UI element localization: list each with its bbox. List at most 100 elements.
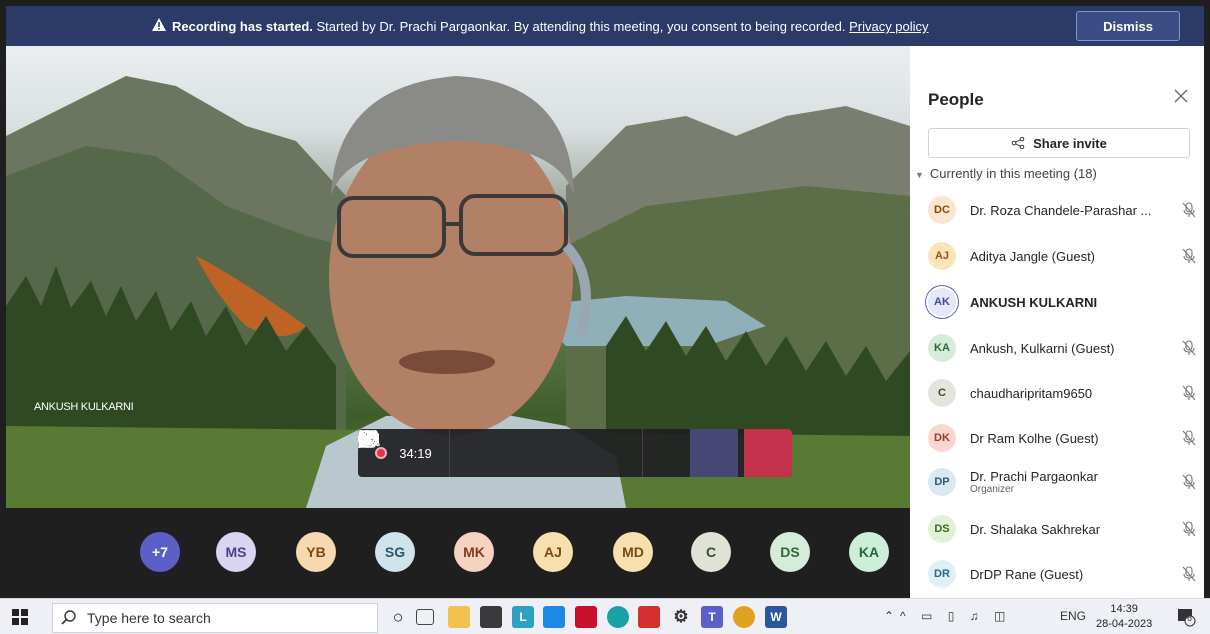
task-view-icon[interactable] [416, 609, 434, 625]
participant-row[interactable]: AK ANKUSH KULKARNI [928, 282, 1198, 322]
cortana-icon[interactable]: ○ [387, 606, 409, 628]
gallery-avatar[interactable]: DS [770, 532, 810, 572]
participant-row[interactable]: DK Dr Ram Kolhe (Guest) [928, 418, 1198, 458]
participant-row[interactable]: DP Dr. Prachi Pargaonkar Organizer [928, 462, 1198, 502]
participant-name: DrDP Rane (Guest) [970, 567, 1156, 582]
section-in-meeting[interactable]: ▼ Currently in this meeting (18) [915, 166, 1097, 181]
gallery-avatar[interactable]: SG [375, 532, 415, 572]
mic-muted-icon [1182, 248, 1196, 269]
share-invite-button[interactable]: Share invite [928, 128, 1190, 158]
participant-name-text: Dr. Roza Chandele-Parashar ... [970, 202, 1152, 218]
gallery-avatar[interactable]: C [691, 532, 731, 572]
avatar-initials: KA [858, 544, 880, 560]
gallery-avatar[interactable]: AJ [533, 532, 573, 572]
recording-title: Recording has started. [172, 19, 313, 34]
mic-off-button[interactable] [360, 429, 546, 477]
warning-icon [152, 18, 166, 34]
recording-text: Started by Dr. Prachi Pargaonkar. By att… [312, 19, 850, 34]
participant-name: Dr. Prachi Pargaonkar Organizer [970, 469, 1156, 495]
avatar-initials: DS [780, 544, 800, 560]
participant-name-text: ANKUSH KULKARNI [970, 294, 1098, 310]
language-indicator[interactable]: ENG [1060, 609, 1086, 623]
close-icon [1174, 89, 1188, 103]
participant-name-text: Dr. Prachi Pargaonkar [970, 469, 1098, 484]
share-icon [1011, 137, 1025, 149]
participant-name: Dr Ram Kolhe (Guest) [970, 431, 1156, 446]
video-stage: ANKUSH KULKARNI 34:19 [6, 46, 910, 508]
teams-icon[interactable]: T [701, 606, 723, 628]
app-red-icon[interactable] [638, 606, 660, 628]
mic-muted-icon [1182, 474, 1196, 495]
notification-count: 6 [1187, 613, 1193, 623]
tray-icons[interactable]: ⌃^ ▭ ▯ ♫ ◫ [884, 609, 1011, 623]
app-l-icon[interactable]: L [512, 606, 534, 628]
participant-name: Ankush, Kulkarni (Guest) [970, 341, 1156, 356]
gallery-avatar[interactable]: YB [296, 532, 336, 572]
teams-meeting-window: Recording has started. Started by Dr. Pr… [0, 0, 1210, 634]
edge-icon[interactable] [607, 606, 629, 628]
participant-row[interactable]: DS Dr. Shalaka Sakhrekar [928, 509, 1198, 549]
panel-title: People [928, 90, 984, 109]
mic-muted-icon [1182, 430, 1196, 451]
participant-name-text: Ankush, Kulkarni (Guest) [970, 340, 1115, 356]
windows-taskbar: Type here to search ○ L ⚙ T W ⌃^ ▭ ▯ ♫ ◫… [0, 598, 1210, 634]
settings-icon[interactable]: ⚙ [670, 606, 692, 628]
privacy-policy-link[interactable]: Privacy policy [849, 19, 928, 34]
participant-row[interactable]: DR DrDP Rane (Guest) [928, 554, 1198, 594]
gallery-avatar[interactable]: MS [216, 532, 256, 572]
close-panel-button[interactable] [1174, 86, 1188, 109]
notifications-button[interactable]: 6 [1176, 607, 1196, 630]
participant-avatar: C [928, 379, 956, 407]
start-button[interactable] [12, 609, 28, 630]
app-blue-icon[interactable] [543, 606, 565, 628]
participant-row[interactable]: AJ Aditya Jangle (Guest) [928, 236, 1198, 276]
avatar-initials: C [705, 544, 717, 560]
participant-name-text: DrDP Rane (Guest) [970, 566, 1084, 582]
mcafee-icon[interactable] [575, 606, 597, 628]
participant-name-text: Aditya Jangle (Guest) [970, 248, 1096, 264]
people-panel: People Share invite ▼ Currently in this m… [910, 46, 1204, 598]
section-label: Currently in this meeting (18) [929, 166, 1097, 181]
participant-row[interactable]: DC Dr. Roza Chandele-Parashar ... [928, 190, 1198, 230]
chat-button[interactable] [358, 429, 690, 477]
more-actions-button[interactable] [359, 429, 642, 477]
share-screen-button[interactable] [358, 429, 594, 477]
mic-muted-icon [1182, 521, 1196, 542]
participant-name-text: Dr. Shalaka Sakhrekar [970, 521, 1101, 537]
participant-name: chaudharipritam9650 [970, 386, 1156, 401]
gallery-avatar[interactable]: MK [454, 532, 494, 572]
timer-text: 34:19 [399, 445, 432, 461]
mail-icon[interactable] [480, 606, 502, 628]
avatar-initials: +7 [152, 544, 168, 560]
participant-avatar: AJ [928, 242, 956, 270]
participant-name: Aditya Jangle (Guest) [970, 249, 1156, 264]
mic-muted-icon [1182, 385, 1196, 406]
participant-avatar: DP [928, 468, 956, 496]
word-icon[interactable]: W [765, 606, 787, 628]
call-controls: 34:19 [358, 429, 792, 477]
leave-call-button[interactable] [359, 429, 792, 477]
avatar-initials: MD [622, 544, 644, 560]
participant-avatar: DC [928, 196, 956, 224]
participant-name: Dr. Shalaka Sakhrekar [970, 522, 1156, 537]
clock-date: 28-04-2023 [1096, 618, 1153, 630]
participant-role: Organizer [970, 484, 1014, 495]
taskbar-search[interactable]: Type here to search [52, 603, 378, 633]
chrome-icon[interactable] [733, 606, 755, 628]
file-explorer-icon[interactable] [448, 606, 470, 628]
people-button[interactable] [358, 429, 738, 477]
gallery-avatar-more[interactable]: +7 [140, 532, 180, 572]
gallery-avatar[interactable]: MD [613, 532, 653, 572]
hang-up-icon [359, 432, 379, 440]
participant-row[interactable]: Cchaudharipritam9650 [928, 373, 1198, 413]
avatar-initials: AJ [544, 544, 562, 560]
camera-off-button[interactable] [359, 429, 498, 477]
participant-row[interactable]: KA Ankush, Kulkarni (Guest) [928, 328, 1198, 368]
participant-name-text: Dr Ram Kolhe (Guest) [970, 430, 1099, 446]
participant-avatar: DR [928, 560, 956, 588]
taskbar-clock[interactable]: 14:39 28-04-2023 [1096, 602, 1152, 632]
dismiss-button[interactable]: Dismiss [1076, 11, 1180, 41]
participant-name-label: ANKUSH KULKARNI [34, 401, 134, 413]
gallery-avatar[interactable]: KA [849, 532, 889, 572]
recording-message: Recording has started. Started by Dr. Pr… [152, 18, 929, 34]
